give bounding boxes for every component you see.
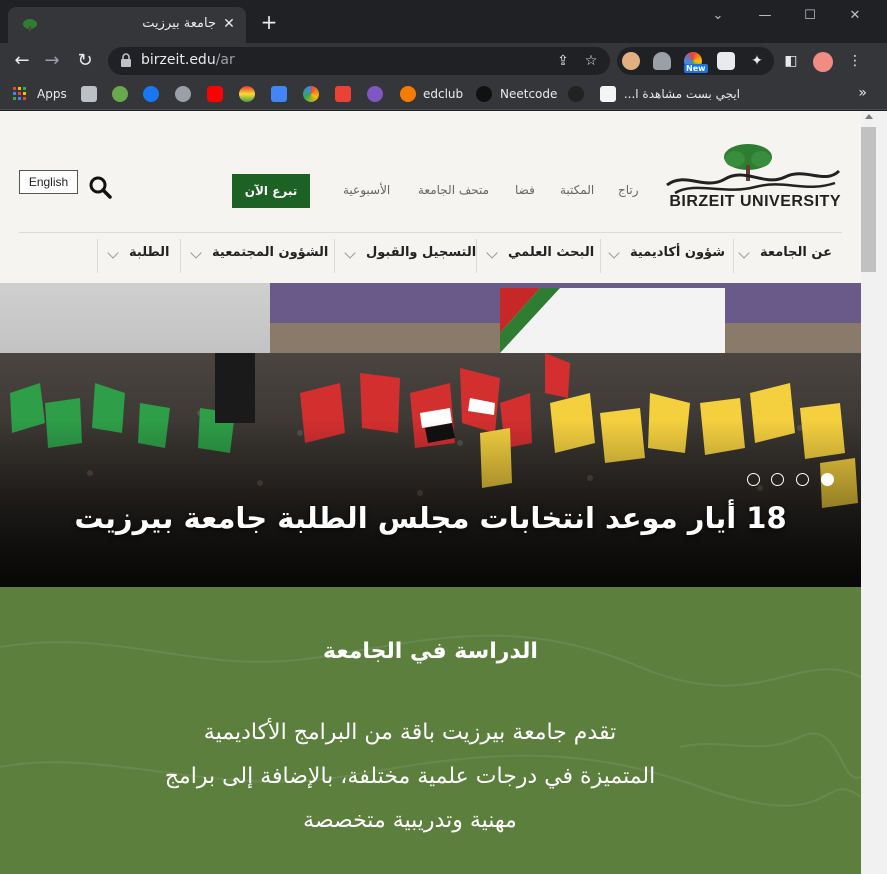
egybest-icon[interactable] [600,86,616,102]
chevron-down-icon[interactable] [608,247,620,259]
study-line-2: المتميزة في درجات علمية مختلفة، بالإضافة… [164,764,656,789]
neetcode-icon[interactable] [476,86,492,102]
star-bookmark-icon[interactable]: ☆ [582,52,600,70]
chevron-down-icon[interactable] [190,247,202,259]
link-museum[interactable]: متحف الجامعة [418,183,489,197]
menu-separator [334,239,335,273]
minimize-button[interactable]: — [750,6,780,26]
bookmark-tree-icon[interactable] [112,86,128,102]
donate-button[interactable]: تبرع الآن [232,174,310,208]
slider-dot[interactable] [771,473,784,486]
translate-icon[interactable] [271,86,287,102]
bookmarks-bar: Apps edclub Neetcode ايجي بست مشاهدة ا..… [0,79,887,110]
rainbow-icon[interactable] [239,86,255,102]
page-scrollbar[interactable] [861,111,887,874]
facebook-icon[interactable] [143,86,159,102]
tab-close-icon[interactable]: ✕ [220,15,238,33]
menu-kebab-icon[interactable]: ⋮ [846,52,864,70]
browser-tabstrip: جامعة بيرزيت ✕ + ⌄ — ☐ ✕ [0,0,887,43]
menu-separator [180,239,181,273]
link-library[interactable]: المكتبة [560,183,594,197]
chevron-down-icon[interactable] [486,247,498,259]
reload-button[interactable]: ↻ [73,49,97,73]
bookmark-page-icon[interactable] [81,86,97,102]
slider-dot[interactable] [747,473,760,486]
globe-icon[interactable] [175,86,191,102]
menu-research[interactable]: البحث العلمي [508,245,594,260]
lock-icon [121,53,131,67]
google-icon[interactable] [303,86,319,102]
new-badge: New [684,64,708,73]
menu-about[interactable]: عن الجامعة [760,245,832,260]
hero-image [0,283,861,587]
bookmark-egybest[interactable]: ايجي بست مشاهدة ا... [622,85,740,103]
study-line-3: مهنية وتدريبية متخصصة [303,808,517,833]
scroll-up-arrow-icon[interactable] [865,114,873,119]
back-button[interactable]: ← [10,49,34,73]
bookmark-edclub[interactable]: edclub [423,85,463,103]
university-name: BIRZEIT UNIVERSITY [669,193,841,210]
share-icon[interactable]: ⇪ [554,52,572,70]
study-line-1: تقدم جامعة بيرزيت باقة من البرامج الأكاد… [203,720,617,745]
url-text: birzeit.edu/ar [141,52,235,68]
menu-separator [733,239,734,273]
bookmark-neetcode[interactable]: Neetcode [500,85,557,103]
more-bookmarks-icon[interactable]: » [858,85,867,101]
menu-community[interactable]: الشؤون المجتمعية [212,245,328,260]
menu-separator [97,239,98,273]
link-retaj[interactable]: رتاج [618,183,639,197]
youtube-icon[interactable] [207,86,223,102]
web-page: BIRZEIT UNIVERSITY رتاج المكتبة فضا متحف… [0,111,861,874]
browser-toolbar: ← → ↻ birzeit.edu/ar ⇪ ☆ ✦ New ◧ ⋮ [0,43,887,79]
edclub-icon[interactable] [400,86,416,102]
close-window-button[interactable]: ✕ [840,6,870,26]
university-logo[interactable] [665,141,841,201]
menu-admission[interactable]: التسجيل والقبول [366,245,476,260]
profile-avatar[interactable] [813,52,833,72]
sidepanel-icon[interactable]: ◧ [782,52,800,70]
tab-search-chevron-icon[interactable]: ⌄ [703,6,733,26]
browser-tab[interactable]: جامعة بيرزيت ✕ [8,7,246,43]
gmail-icon[interactable] [335,86,351,102]
scroll-thumb[interactable] [861,127,876,272]
search-icon[interactable] [88,175,112,199]
chevron-down-icon[interactable] [107,247,119,259]
menu-students[interactable]: الطلبة [129,245,170,260]
study-title: الدراسة في الجامعة [323,639,538,664]
bookmark-dark-icon[interactable] [568,86,584,102]
owl-extension-icon[interactable] [622,52,640,70]
language-button[interactable]: English [19,170,78,194]
chevron-down-icon[interactable] [344,247,356,259]
tab-title: جامعة بيرزيت [142,16,216,31]
slider-dot[interactable] [796,473,809,486]
octopus-extension-icon[interactable] [653,52,671,70]
chevron-down-icon[interactable] [738,247,750,259]
menu-separator [600,239,601,273]
slider-dot-active[interactable] [821,473,834,486]
bookmark-apps[interactable]: Apps [37,85,67,103]
apps-grid-icon[interactable] [12,86,28,102]
address-bar[interactable]: birzeit.edu/ar ⇪ ☆ [108,47,610,75]
link-weekly[interactable]: الأسبوعية [343,183,390,197]
puzzle-extensions-icon[interactable]: ✦ [748,52,766,70]
maximize-button[interactable]: ☐ [795,6,825,26]
study-section: الدراسة في الجامعة تقدم جامعة بيرزيت باق… [0,587,861,874]
new-tab-button[interactable]: + [258,12,280,34]
hero-slider[interactable]: 18 أيار موعد انتخابات مجلس الطلبة جامعة … [0,283,861,587]
chart-extension-icon[interactable] [717,52,735,70]
study-description: تقدم جامعة بيرزيت باقة من البرامج الأكاد… [130,711,690,843]
menu-academics[interactable]: شؤون أكاديمية [630,245,725,260]
forward-button[interactable]: → [40,49,64,73]
header-divider [19,232,842,233]
link-fada[interactable]: فضا [515,183,535,197]
tree-favicon-icon [23,19,37,31]
bookmark-purple-icon[interactable] [367,86,383,102]
hero-title[interactable]: 18 أيار موعد انتخابات مجلس الطلبة جامعة … [0,501,861,535]
